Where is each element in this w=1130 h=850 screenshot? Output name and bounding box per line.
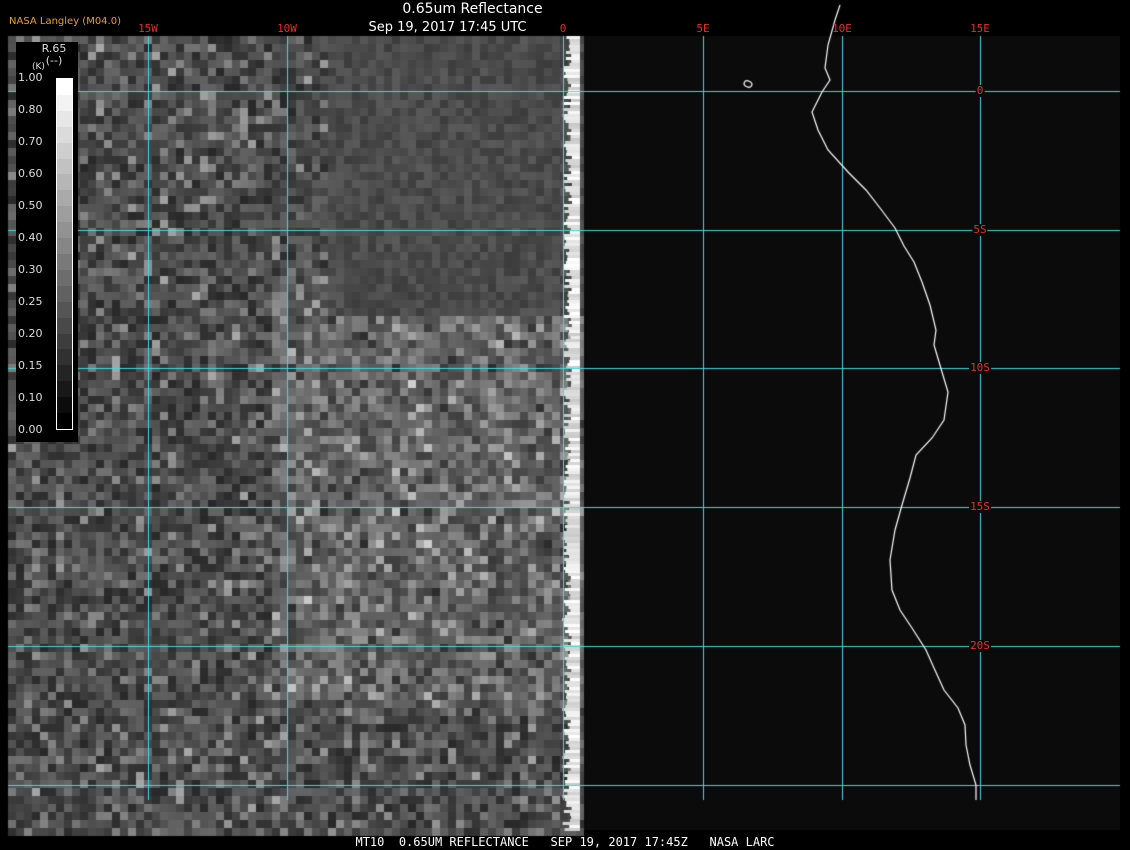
longitude-label: 15E	[970, 22, 990, 35]
legend-color-bar	[56, 78, 73, 430]
latitude-label: 10S	[969, 361, 991, 374]
longitude-label: 10W	[277, 22, 297, 35]
latitude-label: 20S	[969, 639, 991, 652]
latitude-label: 5S	[972, 223, 988, 236]
longitude-label: 0	[559, 22, 567, 35]
legend-tick-label: 0.60	[18, 167, 43, 180]
reflectance-legend: R.65 (--) (K) 1.00 0.80 0.70 0.60 0.50 0.40 0.…	[16, 42, 78, 442]
map-title: 0.65um Reflectance	[402, 1, 543, 17]
latitude-label: 0	[975, 84, 985, 97]
map-timestamp: Sep 19, 2017 17:45 UTC	[368, 20, 527, 35]
legend-tick-label: 1.00	[18, 71, 43, 84]
legend-tick-label: 0.00	[18, 423, 43, 436]
legend-tick-label: 0.80	[18, 103, 43, 116]
legend-tick-label: 0.10	[18, 391, 43, 404]
legend-tick-label: 0.30	[18, 263, 43, 276]
legend-tick-label: 0.50	[18, 199, 43, 212]
latitude-label: 15S	[969, 500, 991, 513]
longitude-label: 10E	[832, 22, 852, 35]
legend-tick-label: 0.25	[18, 295, 43, 308]
longitude-label: 15W	[138, 22, 158, 35]
footer-caption: MT10 0.65UM REFLECTANCE SEP 19, 2017 17:…	[355, 835, 775, 849]
satellite-reflectance-map	[0, 0, 1130, 850]
legend-tick-label: 0.15	[18, 359, 43, 372]
legend-tick-label: 0.40	[18, 231, 43, 244]
longitude-label: 5E	[696, 22, 710, 35]
legend-tick-label: 0.70	[18, 135, 43, 148]
legend-tick-label: 0.20	[18, 327, 43, 340]
legend-ticks: 1.00 0.80 0.70 0.60 0.50 0.40 0.30 0.25 0.20 0.15…	[18, 70, 54, 436]
